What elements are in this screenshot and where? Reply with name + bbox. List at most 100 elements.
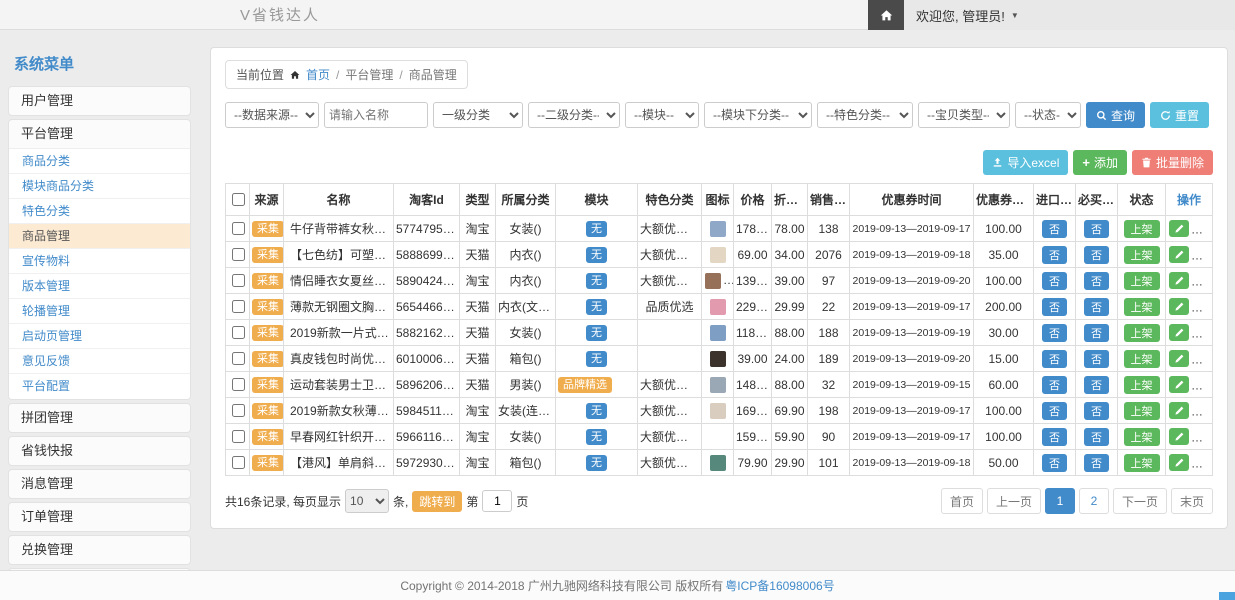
edit-button[interactable] [1169,402,1189,419]
jump-button[interactable]: 跳转到 [412,491,462,512]
row-checkbox[interactable] [232,222,245,235]
row-checkbox[interactable] [232,352,245,365]
reset-button[interactable]: 重置 [1150,102,1209,128]
status-button[interactable]: 上架 [1124,350,1160,368]
breadcrumb-home-link[interactable]: 首页 [306,66,330,83]
level1-category-select[interactable]: 一级分类 [433,102,523,128]
sidebar-subitem-promo-materials[interactable]: 宣传物料 [9,249,190,274]
status-button[interactable]: 上架 [1124,220,1160,238]
per-page-select[interactable]: 10 [345,489,389,513]
edit-button[interactable] [1169,350,1189,367]
sidebar-item-user-management[interactable]: 用户管理 [9,87,190,115]
must-buy-toggle[interactable]: 否 [1084,428,1109,446]
status-button[interactable]: 上架 [1124,376,1160,394]
status-button[interactable]: 上架 [1124,324,1160,342]
jump-page-input[interactable] [482,490,512,512]
icp-link[interactable]: 粤ICP备16098006号 [725,577,834,594]
edit-button[interactable] [1169,376,1189,393]
status-button[interactable]: 上架 [1124,428,1160,446]
import-select-toggle[interactable]: 否 [1042,454,1067,472]
must-buy-toggle[interactable]: 否 [1084,324,1109,342]
cell-operations [1166,372,1213,398]
sidebar-item-message-management[interactable]: 消息管理 [9,470,190,498]
featured-category-select[interactable]: --特色分类-- [817,102,913,128]
edit-button[interactable] [1169,272,1189,289]
page-button[interactable]: 上一页 [987,488,1041,514]
sidebar-subitem-product-management[interactable]: 商品管理 [9,224,190,249]
must-buy-toggle[interactable]: 否 [1084,272,1109,290]
home-button[interactable] [868,0,904,30]
sidebar-item-group-buy-management[interactable]: 拼团管理 [9,404,190,432]
row-checkbox[interactable] [232,378,245,391]
import-select-toggle[interactable]: 否 [1042,220,1067,238]
name-search-input[interactable] [324,102,428,128]
sidebar-item-saving-express[interactable]: 省钱快报 [9,437,190,465]
data-source-select[interactable]: --数据来源-- [225,102,319,128]
sidebar-subitem-version-management[interactable]: 版本管理 [9,274,190,299]
import-select-toggle[interactable]: 否 [1042,350,1067,368]
import-select-toggle[interactable]: 否 [1042,324,1067,342]
sidebar-subitem-module-product-category[interactable]: 模块商品分类 [9,174,190,199]
must-buy-toggle[interactable]: 否 [1084,402,1109,420]
sidebar-subitem-launch-page-management[interactable]: 启动页管理 [9,324,190,349]
pencil-icon [1174,380,1184,390]
sidebar-subitem-carousel-management[interactable]: 轮播管理 [9,299,190,324]
import-select-toggle[interactable]: 否 [1042,376,1067,394]
cell-coupon-time: 2019-09-13—2019-09-18 [850,242,974,268]
status-button[interactable]: 上架 [1124,272,1160,290]
cell-discount-price: 59.90 [772,424,808,450]
row-checkbox[interactable] [232,274,245,287]
page-button[interactable]: 2 [1079,488,1109,514]
import-select-toggle[interactable]: 否 [1042,428,1067,446]
sidebar-subitem-featured-category[interactable]: 特色分类 [9,199,190,224]
page-button[interactable]: 1 [1045,488,1075,514]
edit-button[interactable] [1169,454,1189,471]
status-button[interactable]: 上架 [1124,402,1160,420]
select-all-checkbox[interactable] [232,193,245,206]
sidebar-subitem-product-category[interactable]: 商品分类 [9,149,190,174]
edit-button[interactable] [1169,324,1189,341]
search-button[interactable]: 查询 [1086,102,1145,128]
status-select[interactable]: --状态-- [1015,102,1081,128]
batch-delete-button[interactable]: 批量删除 [1132,150,1213,175]
sidebar-subitem-feedback[interactable]: 意见反馈 [9,349,190,374]
edit-button[interactable] [1169,298,1189,315]
row-checkbox[interactable] [232,404,245,417]
must-buy-toggle[interactable]: 否 [1084,454,1109,472]
status-button[interactable]: 上架 [1124,246,1160,264]
item-type-select[interactable]: --宝贝类型-- [918,102,1010,128]
import-select-toggle[interactable]: 否 [1042,272,1067,290]
edit-button[interactable] [1169,246,1189,263]
page-button[interactable]: 下一页 [1113,488,1167,514]
module-subcategory-select[interactable]: --模块下分类-- [704,102,812,128]
must-buy-toggle[interactable]: 否 [1084,220,1109,238]
row-checkbox[interactable] [232,456,245,469]
edit-button[interactable] [1169,220,1189,237]
row-checkbox[interactable] [232,300,245,313]
must-buy-toggle[interactable]: 否 [1084,246,1109,264]
column-header: 销售数量 [808,184,850,216]
sidebar-item-order-management[interactable]: 订单管理 [9,503,190,531]
level2-category-select[interactable]: --二级分类-- [528,102,620,128]
sidebar-item-exchange-management[interactable]: 兑换管理 [9,536,190,564]
import-select-toggle[interactable]: 否 [1042,246,1067,264]
import-excel-button[interactable]: 导入excel [983,150,1068,175]
add-button[interactable]: + 添加 [1073,150,1127,175]
page-button[interactable]: 首页 [941,488,983,514]
status-button[interactable]: 上架 [1124,454,1160,472]
row-checkbox[interactable] [232,326,245,339]
edit-button[interactable] [1169,428,1189,445]
status-button[interactable]: 上架 [1124,298,1160,316]
must-buy-toggle[interactable]: 否 [1084,298,1109,316]
sidebar-subitem-platform-config[interactable]: 平台配置 [9,374,190,399]
import-select-toggle[interactable]: 否 [1042,402,1067,420]
user-menu[interactable]: 欢迎您, 管理员! ▼ [904,0,1031,30]
page-button[interactable]: 末页 [1171,488,1213,514]
import-select-toggle[interactable]: 否 [1042,298,1067,316]
row-checkbox[interactable] [232,248,245,261]
must-buy-toggle[interactable]: 否 [1084,376,1109,394]
sidebar-item-platform-management[interactable]: 平台管理 [9,120,190,148]
row-checkbox[interactable] [232,430,245,443]
module-select[interactable]: --模块-- [625,102,699,128]
must-buy-toggle[interactable]: 否 [1084,350,1109,368]
